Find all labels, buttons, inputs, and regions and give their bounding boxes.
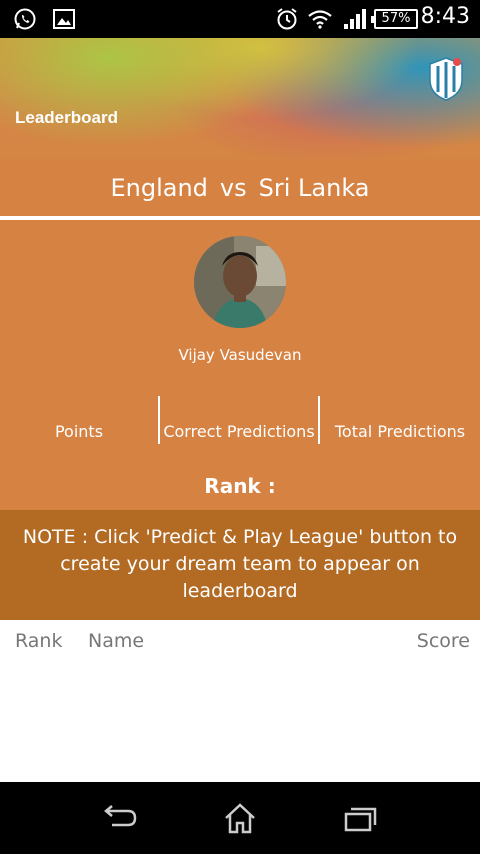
profile-section: Vijay Vasudevan Points Correct Predictio…: [0, 220, 480, 510]
page-title: Leaderboard: [15, 108, 118, 127]
team-two: Sri Lanka: [258, 174, 370, 202]
correct-predictions-label: Correct Predictions: [163, 422, 315, 441]
leaderboard-table: Rank Name Score: [0, 620, 480, 782]
battery-level: 57%: [381, 11, 411, 26]
match-title: England vs Sri Lanka: [0, 160, 480, 216]
whatsapp-icon: [12, 7, 38, 31]
points-label: Points: [54, 422, 104, 441]
status-bar: 57% 8:43: [0, 0, 480, 38]
score-column-header: Score: [416, 630, 470, 652]
note-banner: NOTE : Click 'Predict & Play League' but…: [0, 510, 480, 620]
alarm-icon: [274, 7, 300, 31]
clock: 8:43: [420, 4, 470, 29]
back-icon[interactable]: [100, 800, 140, 836]
team-one: England: [110, 174, 208, 202]
rank-column-header: Rank: [15, 630, 63, 652]
total-predictions-label: Total Predictions: [334, 422, 466, 441]
team-logo-icon[interactable]: [426, 54, 466, 102]
signal-icon: [342, 7, 368, 31]
rank-label: Rank :: [204, 474, 276, 498]
recents-icon[interactable]: [340, 800, 380, 836]
name-column-header: Name: [88, 630, 145, 652]
image-icon: [52, 7, 76, 31]
wifi-icon: [306, 7, 334, 31]
app-header: Leaderboard: [0, 38, 480, 160]
vs-label: vs: [219, 174, 247, 202]
home-icon[interactable]: [220, 800, 260, 836]
avatar: [194, 236, 286, 328]
player-name: Vijay Vasudevan: [178, 346, 302, 364]
stats-row: Points Correct Predictions Total Predict…: [0, 396, 480, 446]
navigation-bar: [0, 782, 480, 854]
battery-indicator: 57%: [371, 9, 418, 29]
